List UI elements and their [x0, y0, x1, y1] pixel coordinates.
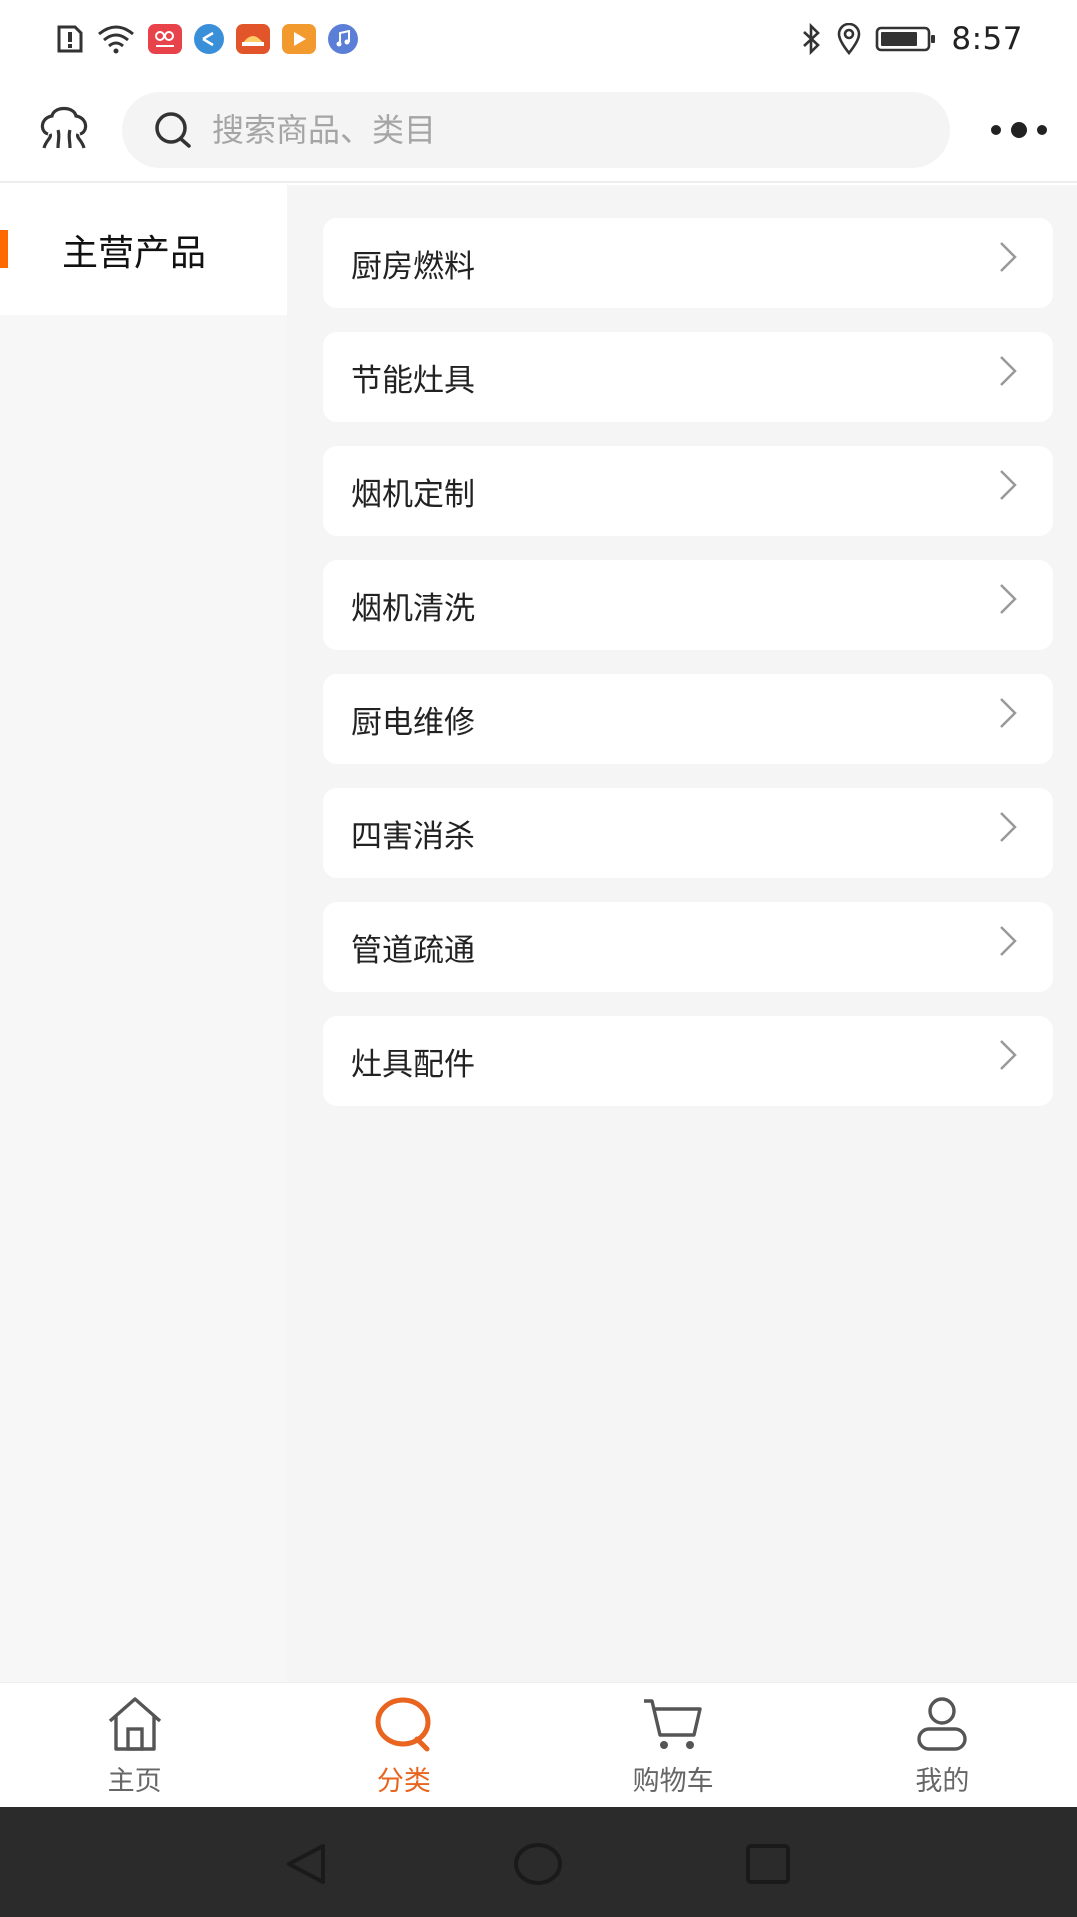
sidebar-item-main-products[interactable]: 主营产品 — [0, 185, 287, 315]
app-icon-red-car — [236, 24, 270, 54]
chevron-right-icon — [1000, 470, 1017, 500]
back-icon[interactable] — [283, 1842, 329, 1886]
category-row[interactable]: 管道疏通 — [323, 902, 1053, 992]
status-bar: 8:57 — [0, 0, 1077, 78]
app-icon-blue-globe — [194, 24, 224, 54]
cart-icon — [644, 1699, 702, 1749]
home-nav-icon[interactable] — [512, 1842, 564, 1886]
chevron-right-icon — [1000, 812, 1017, 842]
category-label: 四害消杀 — [351, 818, 475, 855]
bluetooth-icon — [801, 23, 823, 55]
battery-icon — [875, 25, 937, 53]
recents-icon[interactable] — [744, 1842, 792, 1886]
tab-home[interactable]: 主页 — [0, 1683, 269, 1807]
search-bar[interactable] — [122, 92, 950, 168]
bottom-tab-bar: 主页 分类 购物车 我的 — [0, 1682, 1077, 1807]
chevron-right-icon — [1000, 698, 1017, 728]
app-icon-red — [148, 24, 182, 54]
tab-profile[interactable]: 我的 — [808, 1683, 1077, 1807]
more-options-icon[interactable] — [991, 114, 1047, 146]
category-row[interactable]: 烟机定制 — [323, 446, 1053, 536]
category-label: 厨房燃料 — [351, 248, 475, 285]
category-row[interactable]: 厨电维修 — [323, 674, 1053, 764]
chevron-right-icon — [1000, 584, 1017, 614]
alert-icon — [56, 24, 84, 54]
chevron-right-icon — [1000, 1040, 1017, 1070]
category-label: 管道疏通 — [351, 932, 475, 969]
app-icon-orange-play — [282, 24, 316, 54]
tab-label: 分类 — [376, 1766, 431, 1797]
category-label: 烟机定制 — [351, 476, 475, 513]
status-time: 8:57 — [951, 21, 1023, 57]
tab-label: 购物车 — [632, 1766, 714, 1797]
chevron-right-icon — [1000, 356, 1017, 386]
category-label: 节能灶具 — [351, 362, 475, 399]
system-nav-bar — [0, 1807, 1077, 1917]
app-icon-music — [328, 24, 358, 54]
sidebar-item-label: 主营产品 — [62, 233, 207, 274]
location-icon — [837, 23, 861, 55]
tab-cart[interactable]: 购物车 — [539, 1683, 808, 1807]
chevron-right-icon — [1000, 242, 1017, 272]
search-icon — [155, 112, 191, 148]
category-label: 灶具配件 — [351, 1046, 475, 1083]
tab-category[interactable]: 分类 — [269, 1683, 538, 1807]
logo-icon[interactable] — [34, 104, 94, 150]
category-label: 厨电维修 — [351, 704, 475, 741]
active-indicator — [0, 230, 8, 268]
category-label: 烟机清洗 — [351, 590, 475, 627]
category-row[interactable]: 四害消杀 — [323, 788, 1053, 878]
tab-label: 我的 — [915, 1766, 970, 1797]
status-right-icons: 8:57 — [801, 21, 1023, 57]
wifi-icon — [96, 24, 136, 54]
category-row[interactable]: 厨房燃料 — [323, 218, 1053, 308]
tab-label: 主页 — [107, 1766, 162, 1797]
category-row[interactable]: 灶具配件 — [323, 1016, 1053, 1106]
category-list: 厨房燃料 节能灶具 烟机定制 烟机清洗 厨电维修 四害消杀 管道疏通 灶具配件 — [287, 185, 1077, 1682]
chevron-right-icon — [1000, 926, 1017, 956]
profile-icon — [917, 1697, 968, 1751]
category-sidebar: 主营产品 — [0, 185, 287, 1682]
status-left-icons — [56, 24, 358, 54]
search-input[interactable] — [212, 100, 852, 160]
category-row[interactable]: 节能灶具 — [323, 332, 1053, 422]
header — [0, 78, 1077, 183]
category-search-icon — [375, 1697, 431, 1752]
category-row[interactable]: 烟机清洗 — [323, 560, 1053, 650]
home-icon — [108, 1697, 161, 1751]
